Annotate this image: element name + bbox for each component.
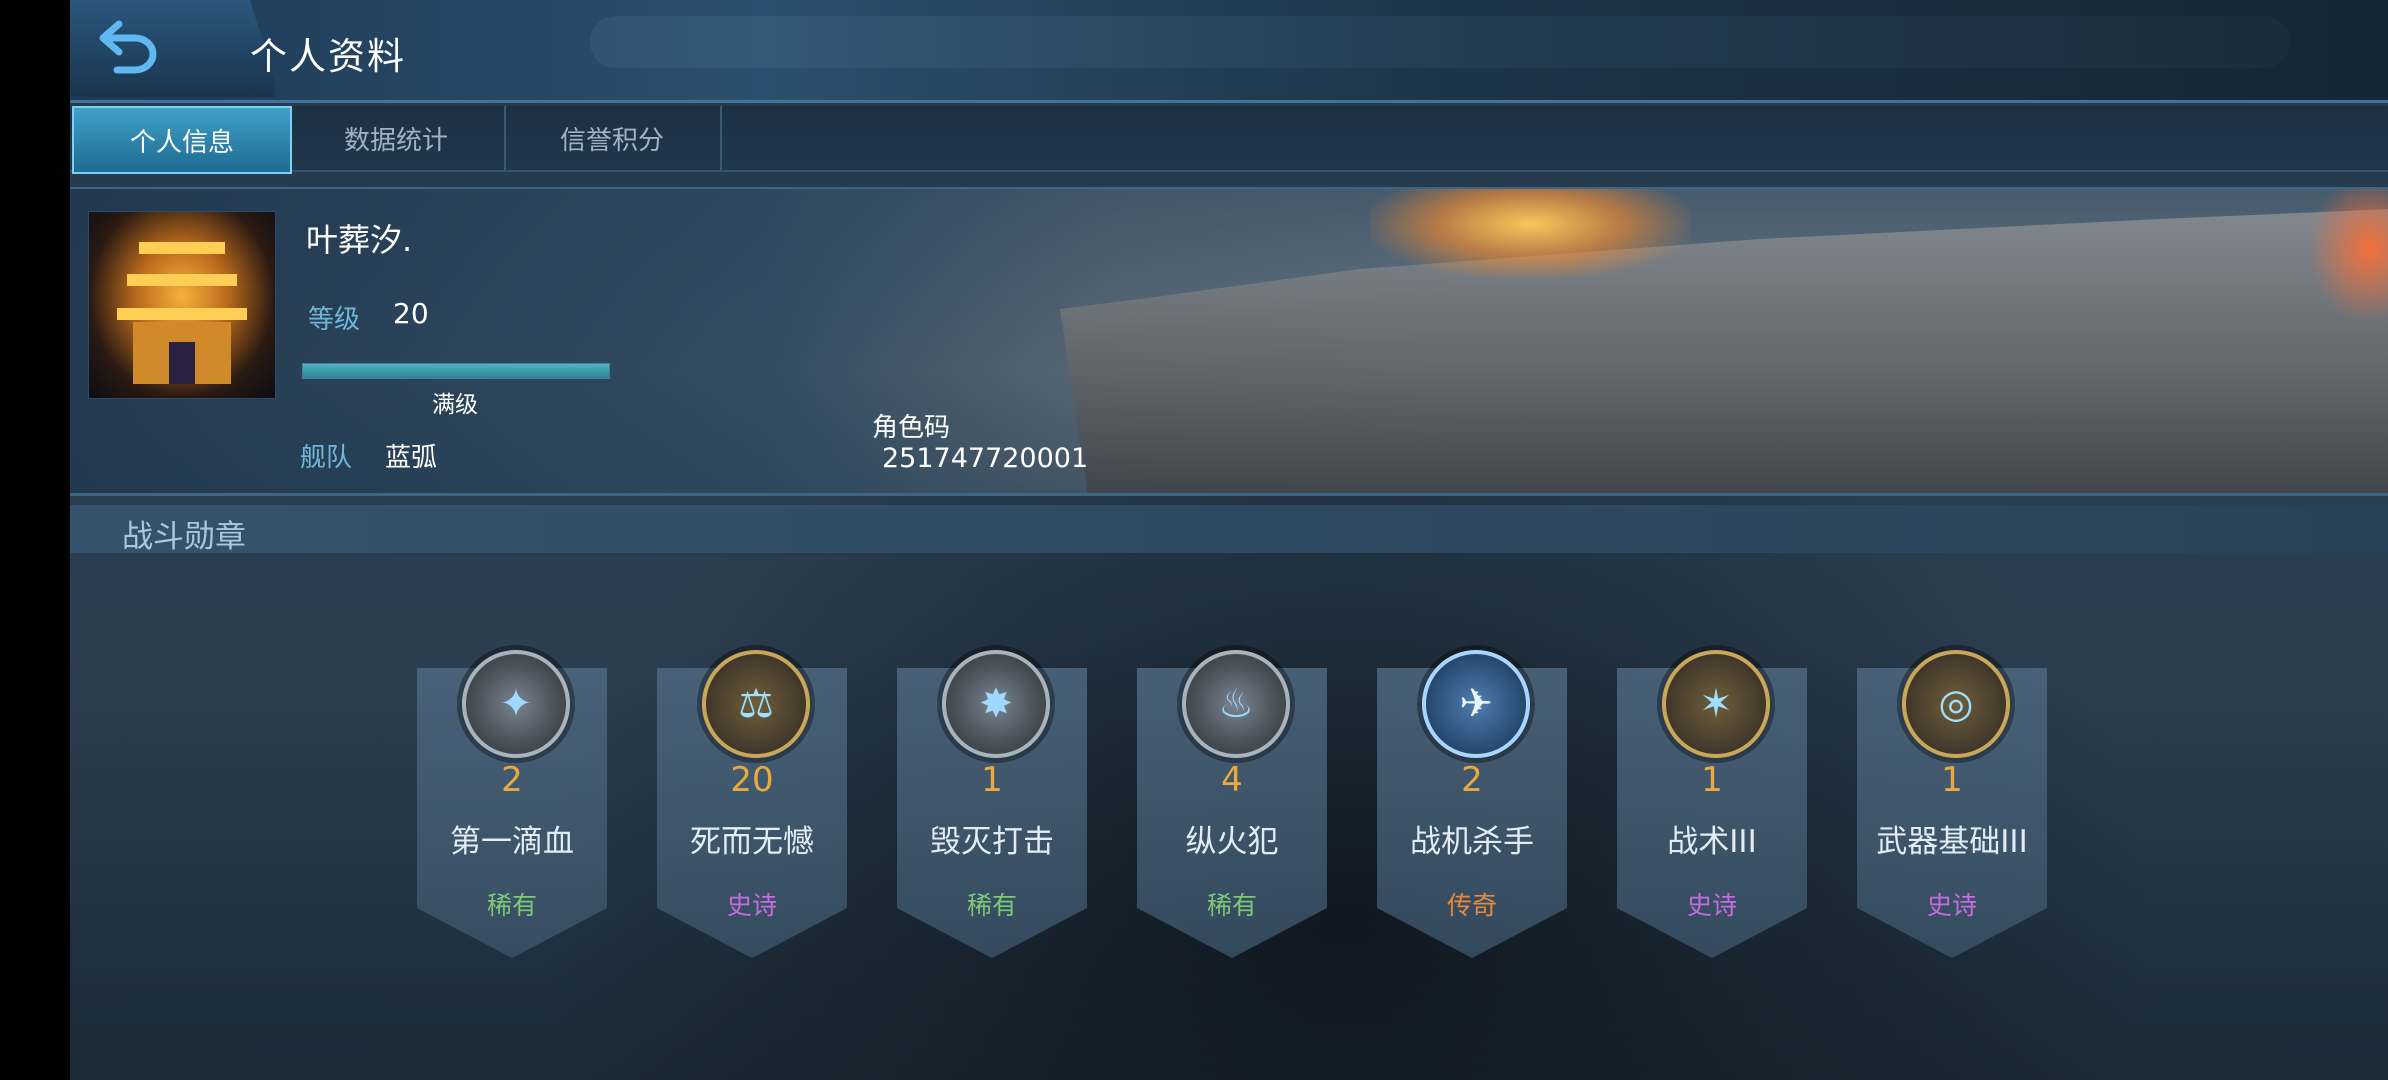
back-arrow-icon — [99, 20, 157, 74]
medal-card[interactable]: ♨ 4 纵火犯 稀有 — [1137, 650, 1327, 958]
target-icon: ◎ — [1902, 650, 2010, 758]
medal-name: 纵火犯 — [1185, 824, 1279, 860]
medal-rarity: 稀有 — [966, 891, 1017, 920]
medal-name: 战术III — [1667, 824, 1757, 860]
header-decoration — [590, 16, 2290, 68]
cannon-fire-image — [1370, 189, 1690, 279]
medal-rarity: 传奇 — [1446, 891, 1497, 920]
blood-drop-icon: ✦ — [462, 650, 570, 758]
medal-rarity: 史诗 — [1926, 891, 1977, 920]
medal-count: 4 — [1221, 760, 1243, 800]
tab-bar: 个人信息 数据统计 信誉积分 — [70, 106, 2388, 174]
medal-card[interactable]: ✦ 2 第一滴血 稀有 — [417, 650, 607, 958]
medal-rarity: 稀有 — [486, 891, 537, 920]
player-name: 叶葬汐. — [306, 221, 413, 259]
profile-banner: 叶葬汐. 等级 20 满级 舰队 蓝弧 角色码 251747720001 — [70, 187, 2388, 496]
medal-card[interactable]: ◎ 1 武器基础III 史诗 — [1857, 650, 2047, 958]
plane-crosshair-icon: ✈ — [1422, 650, 1530, 758]
medal-card[interactable]: ✶ 1 战术III 史诗 — [1617, 650, 1807, 958]
medal-rarity: 稀有 — [1206, 891, 1257, 920]
medal-card[interactable]: ✈ 2 战机杀手 传奇 — [1377, 650, 1567, 958]
explosion-image — [2310, 189, 2388, 319]
flame-icon: ♨ — [1182, 650, 1290, 758]
medal-rarity: 史诗 — [1686, 891, 1737, 920]
header-bar: 个人资料 — [70, 0, 2388, 103]
tab-personal-info[interactable]: 个人信息 — [72, 106, 292, 174]
medal-count: 1 — [1701, 760, 1723, 800]
level-label: 等级 — [308, 305, 361, 335]
medal-count: 1 — [981, 760, 1003, 800]
fleet-label: 舰队 — [300, 443, 353, 473]
medal-name: 第一滴血 — [450, 824, 574, 860]
medal-card[interactable]: ✸ 1 毁灭打击 稀有 — [897, 650, 1087, 958]
section-header: 战斗勋章 — [70, 505, 2388, 555]
role-code-value[interactable]: 251747720001 — [882, 443, 1088, 474]
app-root: 个人资料 个人信息 数据统计 信誉积分 叶葬汐. 等级 20 满级 舰队 蓝弧 … — [70, 0, 2388, 1080]
role-code-label: 角色码 — [872, 413, 951, 443]
medal-name: 战机杀手 — [1410, 824, 1534, 860]
level-value: 20 — [393, 297, 429, 330]
scales-icon: ⚖ — [702, 650, 810, 758]
medal-name: 毁灭打击 — [930, 824, 1054, 860]
medal-count: 1 — [1941, 760, 1963, 800]
fleet-value[interactable]: 蓝弧 — [385, 437, 437, 474]
section-title: 战斗勋章 — [122, 519, 246, 555]
medal-name: 武器基础III — [1876, 824, 2028, 860]
back-button[interactable] — [70, 0, 275, 97]
level-progress-fill — [303, 364, 609, 378]
medal-rarity: 史诗 — [726, 891, 777, 920]
battleship-background-image — [1060, 209, 2388, 493]
medal-count: 2 — [1461, 760, 1483, 800]
medal-card[interactable]: ⚖ 20 死而无憾 史诗 — [657, 650, 847, 958]
medal-count: 2 — [501, 760, 523, 800]
tab-credit-score[interactable]: 信誉积分 — [504, 106, 722, 170]
palm-star-icon: ✶ — [1662, 650, 1770, 758]
explosion-icon: ✸ — [942, 650, 1050, 758]
medal-count: 20 — [730, 760, 774, 800]
level-progress-bar — [302, 363, 610, 379]
page-title: 个人资料 — [250, 35, 406, 78]
max-level-text: 满级 — [432, 392, 478, 418]
medal-name: 死而无憾 — [690, 824, 814, 860]
tab-data-statistics[interactable]: 数据统计 — [288, 106, 506, 170]
avatar[interactable] — [88, 211, 276, 399]
